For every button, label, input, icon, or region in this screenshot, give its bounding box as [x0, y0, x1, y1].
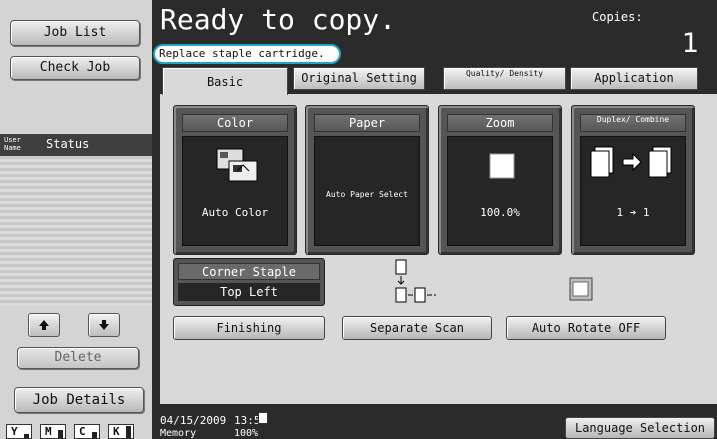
auto-rotate-icon — [569, 277, 593, 301]
corner-staple-indicator[interactable]: Corner Staple Top Left — [173, 258, 325, 306]
auto-rotate-button[interactable]: Auto Rotate OFF — [506, 316, 666, 340]
zoom-value: 100.0% — [480, 206, 520, 219]
color-body: Auto Color — [182, 136, 288, 246]
memory-label: Memory — [160, 428, 197, 439]
job-sidebar: Job List Check Job User Name Status Dele… — [0, 0, 152, 439]
corner-staple-label: Corner Staple — [178, 263, 320, 280]
arrow-down-icon — [99, 320, 109, 330]
copies-label: Copies: — [592, 10, 643, 24]
column-status: Status — [46, 137, 90, 151]
color-button[interactable]: Color Auto Color — [173, 105, 297, 255]
color-value: Auto Color — [201, 206, 269, 219]
zoom-label: Zoom — [447, 114, 553, 132]
zoom-page-icon — [489, 153, 515, 179]
tab-basic[interactable]: Basic — [162, 67, 288, 95]
tab-original-setting[interactable]: Original Setting — [293, 67, 425, 90]
toner-m: M — [40, 424, 66, 439]
auto-color-icon — [216, 148, 258, 182]
job-list[interactable] — [0, 156, 152, 306]
paper-value: Auto Paper Select — [326, 190, 408, 199]
memory-value: 100% — [234, 428, 259, 439]
check-job-button[interactable]: Check Job — [10, 56, 140, 80]
status-message: Replace staple cartridge. — [153, 44, 341, 64]
delete-button[interactable]: Delete — [17, 347, 139, 369]
job-list-button[interactable]: Job List — [10, 20, 140, 46]
page-title: Ready to copy. — [160, 3, 397, 36]
separate-scan-button[interactable]: Separate Scan — [342, 316, 492, 340]
duplex-value: 1 ➔ 1 — [616, 206, 650, 219]
toner-y: Y — [6, 424, 32, 439]
column-user-name: User Name — [4, 136, 21, 152]
date-display: 04/15/2009 — [160, 414, 227, 427]
duplex-combine-button[interactable]: Duplex/ Combine 1 ➔ 1 — [571, 105, 695, 255]
zoom-button[interactable]: Zoom 100.0% — [438, 105, 562, 255]
status-bar: 04/15/2009 13:50 Memory 100% Language Se… — [152, 412, 717, 439]
corner-staple-value: Top Left — [178, 283, 320, 301]
scroll-down-button[interactable] — [88, 313, 120, 337]
arrow-up-icon — [39, 320, 49, 330]
zoom-body: 100.0% — [447, 136, 553, 246]
tab-quality-density[interactable]: Quality/ Density — [443, 67, 566, 90]
job-list-header: User Name Status — [0, 134, 152, 156]
language-selection-button[interactable]: Language Selection — [565, 417, 715, 439]
basic-panel: Color Auto Color Paper Auto Paper Select — [160, 94, 717, 404]
color-label: Color — [182, 114, 288, 132]
duplex-label: Duplex/ Combine — [580, 114, 686, 132]
copies-count: 1 — [681, 28, 699, 59]
duplex-body: 1 ➔ 1 — [580, 136, 686, 246]
paper-button[interactable]: Paper Auto Paper Select — [305, 105, 429, 255]
toner-c: C — [74, 424, 100, 439]
paper-label: Paper — [314, 114, 420, 132]
copy-main-area: Ready to copy. Copies: 1 Replace staple … — [152, 0, 717, 439]
separate-scan-icon — [395, 259, 436, 303]
toner-k: K — [108, 424, 134, 439]
finishing-button[interactable]: Finishing — [173, 316, 325, 340]
job-details-button[interactable]: Job Details — [14, 387, 144, 413]
paper-body: Auto Paper Select — [314, 136, 420, 246]
tab-application[interactable]: Application — [570, 67, 698, 90]
simplex-to-simplex-icon — [590, 146, 672, 178]
scroll-up-button[interactable] — [28, 313, 60, 337]
lock-icon — [258, 412, 268, 424]
